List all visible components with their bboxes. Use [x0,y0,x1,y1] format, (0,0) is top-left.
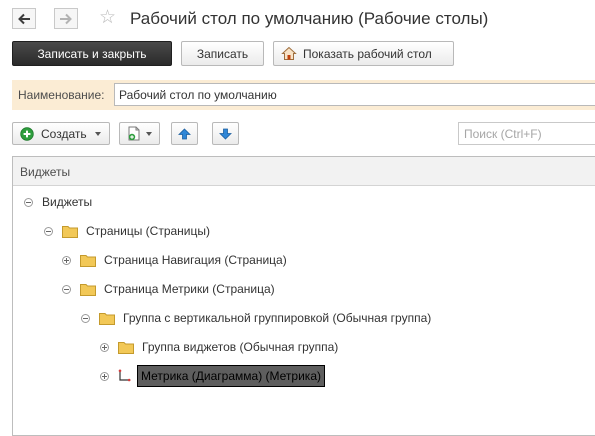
chevron-down-icon [146,131,152,136]
chart-axes-icon [118,369,131,382]
save-label: Записать [196,46,249,61]
chevron-down-icon [94,131,101,136]
arrow-down-icon [219,128,232,140]
save-and-close-label: Записать и закрыть [37,46,147,61]
collapse-icon[interactable] [81,313,90,323]
tree-row-label-selected: Метрика (Диаграмма) (Метрика) [137,365,325,387]
save-button[interactable]: Записать [181,41,264,66]
collapse-icon[interactable] [24,197,33,207]
tree-row-pages[interactable]: Страницы (Страницы) [44,220,210,242]
plus-circle-icon [20,126,34,141]
tree-row-widgets-root[interactable]: Виджеты [24,191,92,213]
tree-row-label: Страница Метрики (Страница) [104,282,275,296]
add-menu-button[interactable] [119,122,160,145]
tree-row-label: Страницы (Страницы) [86,224,211,238]
back-button[interactable] [12,8,36,29]
expand-icon[interactable] [100,371,109,381]
folder-icon [80,254,96,267]
house-icon [281,46,297,60]
tree-row-label: Группа виджетов (Обычная группа) [142,340,339,354]
arrow-up-icon [178,127,191,139]
arrow-left-icon [18,13,30,24]
tree-row-page-metrics[interactable]: Страница Метрики (Страница) [62,278,275,300]
star-icon[interactable]: ☆ [99,6,116,30]
create-label: Создать [41,126,87,141]
save-and-close-button[interactable]: Записать и закрыть [12,41,172,66]
expand-icon[interactable] [62,255,71,265]
tree-row-widget-group[interactable]: Группа виджетов (Обычная группа) [100,336,338,358]
collapse-icon[interactable] [62,284,71,294]
name-label: Наименование: [18,88,105,102]
move-up-button[interactable] [171,122,198,145]
arrow-right-icon [60,13,72,24]
move-down-button[interactable] [212,122,239,145]
name-row: Наименование: [12,80,595,110]
document-add-icon [128,126,140,141]
forward-button[interactable] [54,8,78,29]
tree-row-vertical-group[interactable]: Группа с вертикальной группировкой (Обыч… [81,307,431,329]
tree-row-label: Виджеты [42,195,93,209]
folder-icon [80,283,96,296]
window-title: Рабочий стол по умолчанию (Рабочие столы… [130,9,489,28]
show-desktop-button[interactable]: Показать рабочий стол [273,41,454,66]
tree-column-header[interactable]: Виджеты [13,157,595,186]
tree-row-label: Страница Навигация (Страница) [104,253,287,267]
tree-row-metric-chart[interactable]: Метрика (Диаграмма) (Метрика) [100,365,325,387]
show-desktop-label: Показать рабочий стол [303,46,432,61]
collapse-icon[interactable] [44,226,53,236]
create-button[interactable]: Создать [12,122,110,145]
folder-icon [99,312,115,325]
folder-icon [62,225,78,238]
expand-icon[interactable] [100,342,109,352]
tree-column-header-label: Виджеты [20,165,71,179]
folder-icon [118,341,134,354]
tree-row-label: Группа с вертикальной группировкой (Обыч… [123,311,432,325]
search-input[interactable] [458,122,595,145]
tree-row-page-navigation[interactable]: Страница Навигация (Страница) [62,249,287,271]
name-input[interactable] [114,83,595,106]
